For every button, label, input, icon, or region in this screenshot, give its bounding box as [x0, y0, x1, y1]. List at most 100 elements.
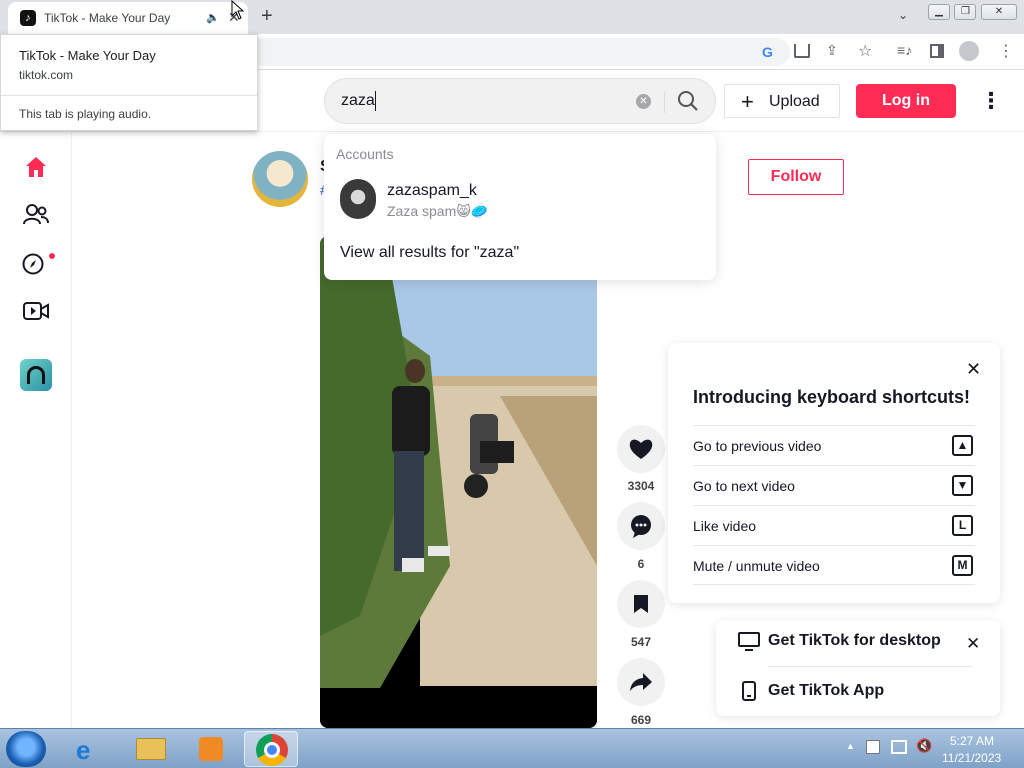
address-bar[interactable] [250, 38, 790, 66]
follow-button[interactable]: Follow [748, 159, 844, 195]
browser-tab[interactable]: ♪ TikTok - Make Your Day 🔈 ✕ [8, 2, 248, 34]
share-button[interactable] [617, 658, 665, 706]
accounts-heading: Accounts [336, 146, 394, 162]
heart-icon [629, 439, 653, 459]
left-sidebar [0, 133, 72, 729]
phone-icon [742, 681, 756, 701]
tiktok-favicon-icon: ♪ [20, 10, 36, 26]
bookmark-icon [634, 595, 648, 613]
profile-avatar-icon[interactable] [959, 41, 979, 61]
account-subtitle: Zaza spam😸🥏 [387, 203, 489, 219]
search-suggestions-dropdown: Accounts zazaspam_k Zaza spam😸🥏 View all… [324, 134, 716, 280]
search-caret [375, 91, 376, 111]
hovercard-title: TikTok - Make Your Day [19, 48, 156, 63]
media-player-icon[interactable] [184, 731, 238, 767]
search-divider [664, 91, 665, 113]
clock-time[interactable]: 5:27 AM [950, 734, 994, 748]
account-avatar [340, 179, 376, 219]
notification-dot [49, 253, 55, 259]
m-key-icon: M [952, 555, 973, 576]
home-icon[interactable] [24, 155, 48, 179]
search-bar[interactable]: zaza ✕ [324, 78, 716, 124]
following-icon[interactable] [23, 203, 49, 227]
share-count: 669 [630, 713, 652, 727]
mouse-cursor-icon [231, 0, 245, 20]
save-count: 547 [630, 635, 652, 649]
google-icon[interactable]: G [762, 44, 773, 60]
install-app-icon[interactable] [794, 44, 810, 58]
get-app-divider [768, 666, 972, 667]
search-input[interactable]: zaza [341, 92, 375, 110]
media-control-icon[interactable]: ≡♪ [897, 42, 912, 58]
tab-hover-card: TikTok - Make Your Day tiktok.com This t… [0, 34, 258, 131]
restore-icon[interactable]: ❐ [954, 4, 977, 20]
close-window-icon[interactable]: ✕ [980, 4, 1017, 20]
more-options-icon[interactable]: ⋮ [980, 88, 1002, 114]
plus-icon: + [741, 89, 754, 114]
volume-muted-icon[interactable]: 🔇 [916, 738, 932, 754]
hovercard-status: This tab is playing audio. [19, 107, 152, 121]
hovercard-divider [1, 95, 257, 96]
view-all-results-link[interactable]: View all results for "zaza" [340, 244, 519, 262]
account-suggestion[interactable]: zazaspam_k Zaza spam😸🥏 [324, 174, 716, 224]
explore-icon[interactable] [22, 251, 48, 277]
comment-count: 6 [637, 557, 645, 571]
browser-menu-icon[interactable]: ⋮ [998, 41, 1014, 61]
arrow-down-key-icon: ▼ [952, 475, 973, 496]
tab-search-icon[interactable]: ⌄ [898, 8, 908, 22]
arrow-up-key-icon: ▲ [952, 435, 973, 456]
video-frame [320, 236, 597, 728]
video-player[interactable] [320, 236, 597, 728]
shortcut-label: Like video [693, 518, 757, 534]
profile-avatar[interactable] [20, 359, 52, 391]
get-app-label: Get TikTok App [768, 682, 885, 699]
live-icon[interactable] [23, 301, 49, 321]
get-app-link[interactable]: Get TikTok App [738, 680, 938, 704]
share-arrow-icon [630, 673, 652, 691]
new-tab-icon[interactable]: + [261, 5, 273, 28]
shortcut-row: Like video L [693, 505, 975, 545]
l-key-icon: L [952, 515, 973, 536]
window-controls: ▁ ❐ ✕ [928, 1, 1017, 20]
shortcut-label: Go to next video [693, 478, 795, 494]
account-name: zazaspam_k [387, 182, 477, 199]
comment-button[interactable] [617, 502, 665, 550]
login-button[interactable]: Log in [856, 84, 956, 118]
search-icon[interactable] [677, 90, 699, 112]
shortcut-row: Mute / unmute video M [693, 545, 975, 585]
chrome-taskbar-icon[interactable] [244, 731, 298, 767]
file-explorer-icon[interactable] [124, 731, 178, 767]
get-app-panel: Get TikTok for desktop ✕ Get TikTok App [716, 620, 1000, 716]
clear-search-icon[interactable]: ✕ [636, 94, 651, 109]
save-button[interactable] [617, 580, 665, 628]
get-desktop-link[interactable]: Get TikTok for desktop [738, 630, 948, 654]
like-count: 3304 [627, 479, 655, 493]
shortcut-label: Go to previous video [693, 438, 822, 454]
action-center-icon[interactable] [866, 740, 880, 754]
get-desktop-label: Get TikTok for desktop [768, 632, 941, 649]
author-avatar[interactable] [252, 151, 308, 207]
windows-taskbar: e ▲ 🔇 5:27 AM 11/21/2023 [0, 728, 1024, 768]
network-icon[interactable] [891, 740, 907, 754]
keyboard-shortcuts-panel: ✕ Introducing keyboard shortcuts! Go to … [668, 343, 1000, 603]
show-hidden-icons[interactable]: ▲ [846, 741, 855, 751]
bookmark-star-icon[interactable]: ☆ [858, 41, 872, 61]
share-icon[interactable]: ⇪ [826, 42, 838, 59]
tab-title: TikTok - Make Your Day [44, 11, 171, 25]
upload-label: Upload [769, 93, 820, 110]
close-get-app-icon[interactable]: ✕ [966, 634, 980, 654]
clock-date[interactable]: 11/21/2023 [942, 751, 1001, 765]
audio-playing-icon[interactable]: 🔈 [206, 11, 220, 24]
hovercard-domain: tiktok.com [19, 68, 74, 82]
upload-button[interactable]: + Upload [724, 84, 840, 118]
desktop-icon [738, 632, 760, 651]
like-button[interactable] [617, 425, 665, 473]
start-button-icon[interactable] [6, 731, 46, 767]
side-panel-icon[interactable] [930, 44, 944, 58]
shortcut-label: Mute / unmute video [693, 558, 820, 574]
internet-explorer-icon[interactable]: e [64, 731, 118, 767]
close-shortcuts-icon[interactable]: ✕ [966, 359, 981, 380]
minimize-icon[interactable]: ▁ [928, 4, 950, 20]
shortcuts-title: Introducing keyboard shortcuts! [693, 387, 971, 407]
shortcut-row: Go to previous video ▲ [693, 425, 975, 465]
